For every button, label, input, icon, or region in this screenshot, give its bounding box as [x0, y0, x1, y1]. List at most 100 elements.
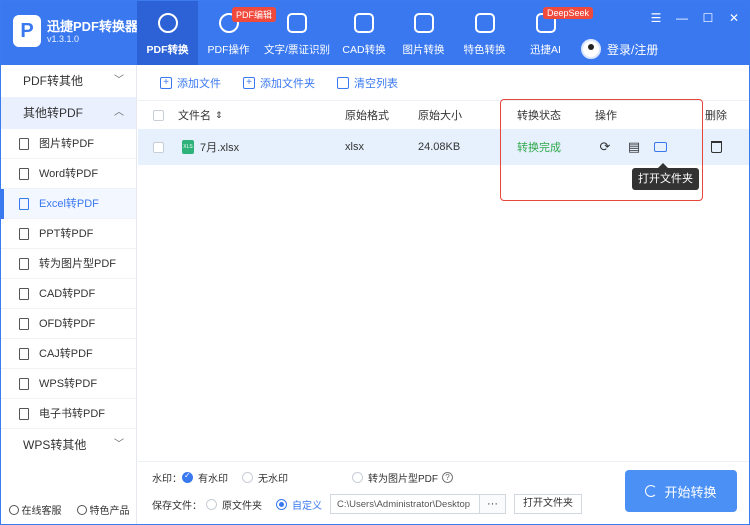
maximize-icon[interactable]: ☐ — [701, 11, 715, 25]
row-checkbox[interactable] — [153, 141, 164, 153]
sidebar: PDF转其他 ﹀ 其他转PDF ︿ 图片转PDF Word转PDF Excel转… — [1, 65, 137, 524]
sidebar-item-label: 图片转PDF — [39, 138, 94, 150]
format-cell: xlsx — [345, 141, 364, 153]
minimize-icon[interactable]: — — [675, 11, 689, 25]
sidebar-item-cad-to-pdf[interactable]: CAD转PDF — [1, 279, 136, 309]
sidebar-group-wps-to-other[interactable]: WPS转其他 ﹀ — [1, 429, 136, 461]
watermark-row: 水印： 有水印 无水印 转为图片型PDF ? — [152, 470, 453, 485]
nav-cad[interactable]: CAD转换 — [335, 1, 393, 65]
sidebar-item-excel-to-pdf[interactable]: Excel转PDF — [1, 189, 136, 219]
add-file-button[interactable]: + 添加文件 — [160, 75, 221, 91]
filename-header[interactable]: 文件名 ⇕ — [178, 101, 223, 129]
add-folder-button[interactable]: + 添加文件夹 — [243, 75, 315, 91]
image-pdf-radio[interactable] — [352, 472, 363, 483]
toolbar: + 添加文件 + 添加文件夹 清空列表 — [138, 65, 749, 101]
nav-image[interactable]: 图片转换 — [393, 1, 454, 65]
user-login[interactable]: 登录/注册 — [581, 39, 658, 59]
nav-label: 迅捷AI — [530, 44, 561, 56]
original-folder-label: 原文件夹 — [222, 500, 262, 512]
sidebar-item-image-pdf[interactable]: 转为图片型PDF — [1, 249, 136, 279]
custom-folder-radio[interactable] — [276, 498, 287, 510]
original-folder-radio[interactable] — [206, 498, 217, 510]
excel-file-icon — [19, 198, 29, 210]
top-nav: PDF转换 PDF编辑 PDF操作 文字/票证识别 CAD转换 图片转换 特色转… — [137, 1, 594, 65]
delete-header: 删除 — [705, 110, 727, 122]
cad-file-icon — [19, 288, 29, 300]
with-watermark-radio[interactable] — [182, 471, 193, 483]
size-header: 原始大小 — [418, 110, 462, 122]
clear-icon — [337, 76, 349, 89]
nav-ocr[interactable]: 文字/票证识别 — [259, 1, 335, 65]
select-all-cell — [153, 101, 164, 129]
sidebar-item-ppt-to-pdf[interactable]: PPT转PDF — [1, 219, 136, 249]
table-row[interactable]: XLS 7月.xlsx xlsx 24.08KB 转换完成 ⟳ ▤ — [138, 129, 749, 165]
browse-button[interactable]: ··· — [480, 494, 506, 514]
nav-label: 文字/票证识别 — [264, 44, 330, 56]
filename: 7月.xlsx — [200, 142, 240, 154]
ops-header: 操作 — [595, 110, 617, 122]
login-label: 登录/注册 — [607, 42, 659, 57]
sidebar-footer: 在线客服 特色产品 — [1, 492, 137, 524]
nav-pdf-convert[interactable]: PDF转换 — [137, 1, 198, 65]
sidebar-item-word-to-pdf[interactable]: Word转PDF — [1, 159, 136, 189]
sidebar-item-label: CAD转PDF — [39, 288, 96, 300]
nav-ai[interactable]: DeepSeek 迅捷AI — [515, 1, 594, 65]
chevron-up-icon: ︿ — [114, 107, 124, 118]
clear-list-label: 清空列表 — [354, 77, 398, 90]
ebook-file-icon — [19, 408, 29, 420]
featured-products-link[interactable]: 特色产品 — [76, 502, 130, 517]
sidebar-group-other-to-pdf[interactable]: 其他转PDF ︿ — [1, 97, 136, 129]
filename-cell: XLS 7月.xlsx — [182, 129, 239, 165]
ppt-file-icon — [19, 228, 29, 240]
start-convert-button[interactable]: 开始转换 — [625, 470, 737, 512]
status-header: 转换状态 — [517, 110, 561, 122]
save-label: 保存文件： — [152, 500, 202, 512]
trash-icon — [711, 141, 722, 153]
open-folder-tooltip: 打开文件夹 — [632, 163, 699, 190]
featured-label: 特色产品 — [89, 505, 130, 517]
no-watermark-label: 无水印 — [258, 474, 288, 485]
select-all-checkbox[interactable] — [153, 109, 164, 121]
sort-icon: ⇕ — [215, 109, 223, 120]
with-watermark-label: 有水印 — [198, 474, 228, 485]
status-cell: 转换完成 — [517, 142, 561, 154]
refresh-icon — [645, 485, 658, 497]
close-icon[interactable]: ✕ — [727, 11, 741, 25]
open-folder-button[interactable] — [654, 129, 667, 165]
image-file-icon — [19, 138, 29, 150]
sidebar-item-wps-to-pdf[interactable]: WPS转PDF — [1, 369, 136, 399]
sidebar-item-caj-to-pdf[interactable]: CAJ转PDF — [1, 339, 136, 369]
avatar — [581, 39, 601, 59]
nav-pdf-operate[interactable]: PDF编辑 PDF操作 — [198, 1, 277, 65]
open-file-button[interactable]: ▤ — [627, 129, 641, 165]
star-icon — [474, 13, 495, 33]
delete-button[interactable] — [711, 129, 722, 165]
save-path-input[interactable] — [330, 494, 480, 514]
menu-icon[interactable]: ☰ — [649, 11, 663, 25]
clear-list-button[interactable]: 清空列表 — [337, 75, 398, 91]
no-watermark-radio[interactable] — [242, 472, 253, 483]
sidebar-item-image-to-pdf[interactable]: 图片转PDF — [1, 129, 136, 159]
add-folder-label: 添加文件夹 — [260, 77, 315, 90]
sidebar-item-label: Word转PDF — [39, 168, 99, 180]
help-icon[interactable]: ? — [442, 472, 453, 483]
nav-featured[interactable]: 特色转换 — [454, 1, 515, 65]
add-file-icon: + — [160, 76, 172, 89]
open-folder-footer-button[interactable]: 打开文件夹 — [514, 494, 582, 514]
online-support-link[interactable]: 在线客服 — [8, 502, 62, 517]
main-panel: + 添加文件 + 添加文件夹 清空列表 文件名 ⇕ 原始格式 原始大小 转换状态 操作… — [138, 65, 749, 524]
filename-header-label: 文件名 — [178, 110, 211, 122]
sidebar-item-ebook-to-pdf[interactable]: 电子书转PDF — [1, 399, 136, 429]
reconvert-button[interactable]: ⟳ — [598, 129, 612, 165]
save-row: 保存文件： 原文件夹 自定义 ··· 打开文件夹 — [152, 494, 582, 514]
nav-label: 特色转换 — [463, 44, 506, 56]
image-icon — [413, 13, 434, 33]
table-header: 文件名 ⇕ 原始格式 原始大小 转换状态 操作 删除 — [138, 101, 749, 129]
caj-file-icon — [19, 348, 29, 360]
support-label: 在线客服 — [21, 505, 62, 517]
product-icon — [76, 504, 87, 515]
sidebar-item-label: OFD转PDF — [39, 318, 96, 330]
sidebar-group-pdf-to-other[interactable]: PDF转其他 ﹀ — [1, 65, 136, 97]
headset-icon — [8, 504, 19, 515]
sidebar-item-ofd-to-pdf[interactable]: OFD转PDF — [1, 309, 136, 339]
